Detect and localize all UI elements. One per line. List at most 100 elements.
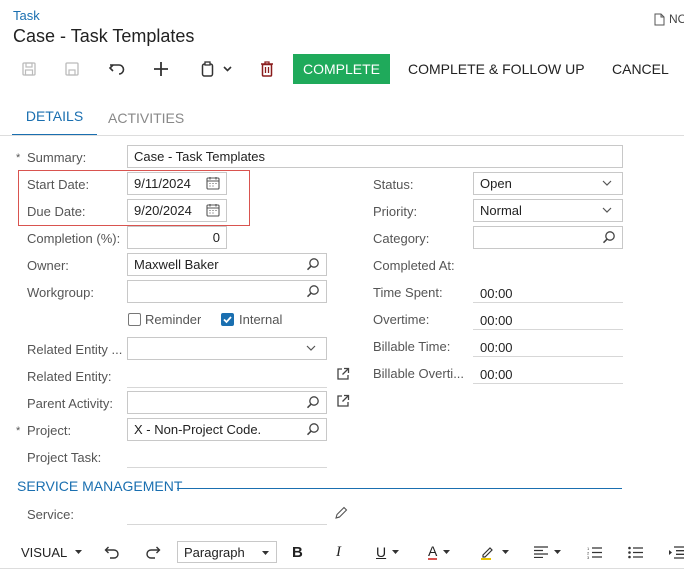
indent-icon[interactable]	[669, 541, 684, 563]
calendar-icon[interactable]	[206, 203, 221, 218]
billable-overtime-label: Billable Overti...	[373, 366, 465, 381]
bold-icon[interactable]: B	[292, 541, 303, 563]
status-select[interactable]: Open	[473, 172, 623, 195]
caret-down-icon	[502, 550, 509, 554]
delete-icon[interactable]	[256, 58, 278, 80]
project-label: Project:	[27, 423, 72, 438]
calendar-icon[interactable]	[206, 176, 221, 191]
caret-down-icon	[554, 550, 561, 554]
owner-field[interactable]: Maxwell Baker	[127, 253, 327, 276]
search-icon[interactable]	[306, 395, 321, 410]
redo-icon[interactable]	[145, 541, 161, 563]
priority-value: Normal	[480, 203, 522, 218]
time-spent-label: Time Spent:	[373, 285, 443, 300]
tab-activities[interactable]: ACTIVITIES	[108, 110, 184, 126]
priority-select[interactable]: Normal	[473, 199, 623, 222]
copy-paste-menu[interactable]	[194, 58, 238, 80]
workgroup-label: Workgroup:	[27, 285, 94, 300]
due-date-field[interactable]: 9/20/2024	[127, 199, 227, 222]
workgroup-field[interactable]	[127, 280, 327, 303]
align-dropdown[interactable]	[534, 541, 561, 563]
completed-at-label: Completed At:	[373, 258, 455, 273]
time-spent-value: 00:00	[480, 286, 513, 301]
project-value: X - Non-Project Code.	[134, 422, 262, 437]
font-color-dropdown[interactable]: A	[428, 541, 451, 563]
notes-label: NOTES	[669, 12, 684, 26]
editor-mode-dropdown[interactable]: VISUAL	[21, 541, 83, 563]
add-icon[interactable]	[150, 58, 172, 80]
related-entity-field	[127, 387, 327, 388]
document-icon	[654, 13, 665, 26]
chevron-down-icon	[222, 66, 232, 72]
related-entity-type-select[interactable]	[127, 337, 327, 360]
page-title: Case - Task Templates	[13, 26, 195, 46]
reminder-label: Reminder	[145, 312, 202, 327]
summary-field[interactable]: Case - Task Templates	[127, 145, 623, 168]
ordered-list-icon[interactable]: 123	[587, 541, 602, 563]
highlighter-icon	[480, 544, 496, 560]
summary-label: Summary:	[27, 150, 87, 165]
billable-overtime-underline	[473, 383, 623, 384]
align-left-icon	[534, 546, 548, 558]
owner-value: Maxwell Baker	[134, 257, 219, 272]
cancel-button[interactable]: CANCEL	[612, 54, 669, 84]
save-icon[interactable]	[18, 58, 40, 80]
billable-time-label: Billable Time:	[373, 339, 451, 354]
pencil-icon[interactable]	[334, 506, 348, 520]
save-close-icon[interactable]	[62, 58, 84, 80]
category-label: Category:	[373, 231, 430, 246]
internal-label: Internal	[239, 312, 283, 327]
required-marker: *	[16, 425, 21, 437]
undo-icon[interactable]	[104, 541, 120, 563]
chevron-down-icon	[602, 180, 617, 195]
italic-icon[interactable]: I	[336, 541, 341, 563]
completion-field[interactable]: 0	[127, 226, 227, 249]
complete-button[interactable]: COMPLETE	[293, 54, 390, 84]
billable-overtime-value: 00:00	[480, 367, 513, 382]
billable-time-underline	[473, 356, 623, 357]
search-icon[interactable]	[306, 422, 321, 437]
internal-checkbox[interactable]	[221, 313, 234, 326]
tab-divider	[0, 135, 684, 136]
font-color-icon: A	[428, 542, 438, 560]
underline-icon: U	[376, 544, 387, 560]
caret-down-icon	[392, 550, 400, 554]
start-date-value: 9/11/2024	[134, 176, 191, 191]
chevron-down-icon	[602, 207, 617, 222]
svg-text:3: 3	[587, 555, 590, 559]
undo-icon[interactable]	[106, 58, 128, 80]
status-value: Open	[480, 176, 512, 191]
search-icon[interactable]	[306, 257, 321, 272]
owner-label: Owner:	[27, 258, 69, 273]
service-field	[127, 524, 327, 525]
caret-down-icon	[75, 550, 83, 554]
time-spent-underline	[473, 302, 623, 303]
service-label: Service:	[27, 507, 74, 522]
start-date-field[interactable]: 9/11/2024	[127, 172, 227, 195]
section-header-service-management[interactable]: SERVICE MANAGEMENT	[17, 478, 182, 494]
category-field[interactable]	[473, 226, 623, 249]
paragraph-format-select[interactable]: Paragraph	[177, 541, 277, 563]
external-link-icon[interactable]	[336, 367, 350, 381]
breadcrumb[interactable]: Task	[13, 8, 40, 23]
clipboard-icon	[201, 61, 215, 77]
unordered-list-icon[interactable]	[628, 541, 643, 563]
external-link-icon[interactable]	[336, 394, 350, 408]
search-icon[interactable]	[602, 230, 617, 245]
related-entity-label: Related Entity:	[27, 369, 112, 384]
underline-dropdown[interactable]: U	[376, 541, 400, 563]
parent-activity-field[interactable]	[127, 391, 327, 414]
notes-button[interactable]: NOTES	[654, 12, 684, 26]
complete-follow-up-button[interactable]: COMPLETE & FOLLOW UP	[408, 54, 585, 84]
tab-details[interactable]: DETAILS	[12, 108, 97, 136]
search-icon[interactable]	[306, 284, 321, 299]
highlight-dropdown[interactable]	[480, 541, 509, 563]
priority-label: Priority:	[373, 204, 418, 219]
project-field[interactable]: X - Non-Project Code.	[127, 418, 327, 441]
chevron-down-icon	[306, 345, 321, 360]
reminder-checkbox[interactable]	[128, 313, 141, 326]
status-label: Status:	[373, 177, 414, 192]
caret-down-icon	[443, 550, 451, 554]
start-date-label: Start Date:	[27, 177, 90, 192]
caret-down-icon	[262, 551, 269, 555]
